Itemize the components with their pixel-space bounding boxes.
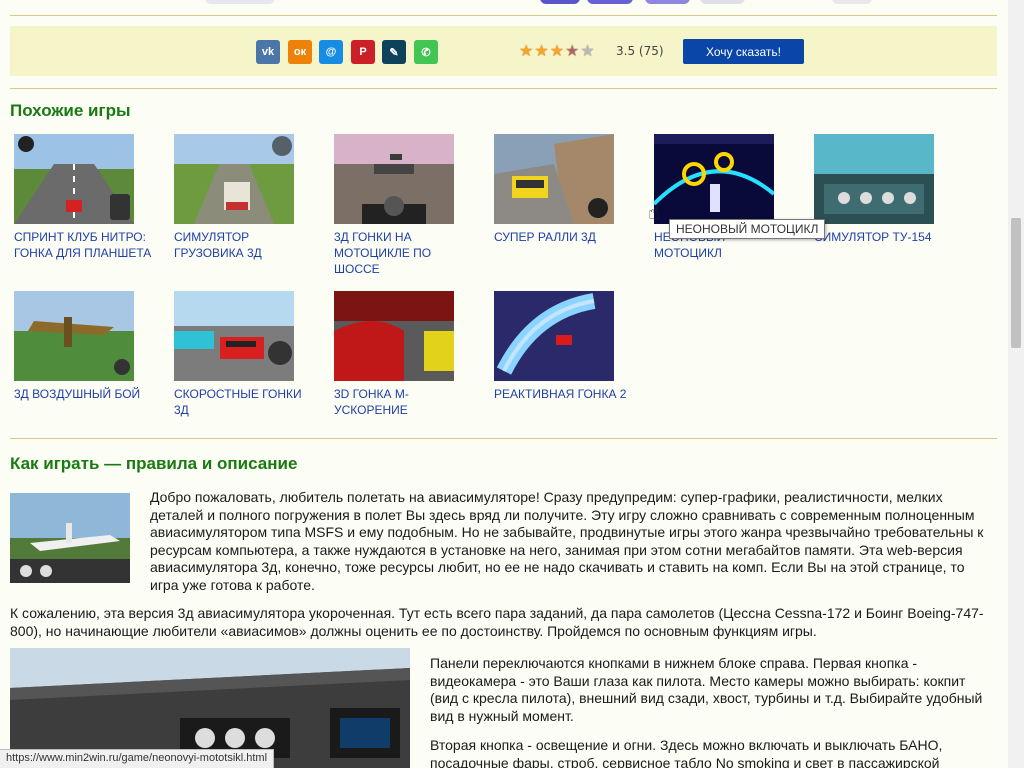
star-icon[interactable]: ★ [550, 42, 564, 60]
game-title-link[interactable]: Симулятор ТУ-154 [814, 229, 954, 245]
game-card[interactable]: 3D гонка М-ускорение [334, 291, 484, 418]
share-bar: vk ок @ P ✎ ✆ ★ ★ ★ ★ ★ 3.5 (75) Хочу ск… [10, 26, 997, 76]
rating-value: 3.5 (75) [616, 44, 664, 58]
game-thumbnail[interactable] [814, 134, 934, 224]
similar-games-heading: Похожие игры [10, 101, 131, 120]
game-thumbnail[interactable] [334, 134, 454, 224]
top-image-remnants [0, 0, 1008, 14]
star-empty-icon[interactable]: ★ [580, 42, 594, 60]
game-card[interactable]: Спринт клуб нитро: гонка для планшета [14, 134, 164, 261]
livejournal-share-icon[interactable]: ✎ [382, 40, 406, 64]
browser-status-bar: https://www.min2win.ru/game/neonovyi-mot… [0, 749, 275, 768]
divider [10, 15, 997, 16]
game-title-link[interactable]: Симулятор грузовика 3д [174, 229, 314, 261]
flight-sim-thumbnail [10, 493, 130, 583]
hover-tooltip: НЕОНОВЫЙ МОТОЦИКЛ [669, 219, 826, 239]
divider [10, 438, 997, 439]
page-scrollbar[interactable] [1008, 0, 1024, 768]
say-button[interactable]: Хочу сказать! [683, 39, 804, 64]
odnoklassniki-share-icon[interactable]: ок [288, 40, 312, 64]
hand-cursor-icon: ☝ [648, 200, 661, 224]
game-title-link[interactable]: 3д гонки на мотоцикле по шоссе [334, 229, 474, 277]
howto-paragraph-4: Вторая кнопка - освещение и огни. Здесь … [430, 737, 943, 768]
howto-heading: Как играть — правила и описание [10, 454, 298, 473]
game-title-link[interactable]: Спринт клуб нитро: гонка для планшета [14, 229, 154, 261]
game-card[interactable]: Симулятор грузовика 3д [174, 134, 324, 261]
game-title-link[interactable]: 3д воздушный бой [14, 386, 154, 402]
star-half-icon[interactable]: ★ [565, 42, 579, 60]
divider [10, 88, 997, 89]
game-card[interactable]: Супер ралли 3д [494, 134, 644, 245]
rating-stars[interactable]: ★ ★ ★ ★ ★ [519, 42, 595, 60]
game-card[interactable]: Неоновый мотоцикл [654, 134, 804, 261]
star-icon[interactable]: ★ [519, 42, 533, 60]
game-thumbnail[interactable] [334, 291, 454, 381]
howto-paragraph-3: Панели переключаются кнопками в нижнем б… [430, 655, 983, 724]
game-card[interactable]: Реактивная гонка 2 [494, 291, 644, 402]
whatsapp-share-icon[interactable]: ✆ [414, 40, 438, 64]
game-thumbnail[interactable] [174, 291, 294, 381]
scrollbar-thumb[interactable] [1011, 218, 1021, 348]
game-thumbnail[interactable] [494, 291, 614, 381]
star-icon[interactable]: ★ [534, 42, 548, 60]
game-title-link[interactable]: 3D гонка М-ускорение [334, 386, 474, 418]
game-title-link[interactable]: Супер ралли 3д [494, 229, 634, 245]
game-thumbnail[interactable] [14, 134, 134, 224]
howto-paragraph-1: Добро пожаловать, любитель полетать на а… [150, 489, 984, 593]
moimir-share-icon[interactable]: @ [319, 40, 343, 64]
game-thumbnail[interactable] [14, 291, 134, 381]
vk-share-icon[interactable]: vk [256, 40, 280, 64]
game-thumbnail[interactable] [494, 134, 614, 224]
game-thumbnail[interactable] [174, 134, 294, 224]
pinterest-share-icon[interactable]: P [351, 40, 375, 64]
game-thumbnail[interactable] [654, 134, 774, 224]
game-card[interactable]: Симулятор ТУ-154 [814, 134, 964, 245]
game-card[interactable]: Скоростные гонки 3д [174, 291, 324, 418]
game-title-link[interactable]: Реактивная гонка 2 [494, 386, 634, 402]
game-title-link[interactable]: Скоростные гонки 3д [174, 386, 314, 418]
howto-paragraph-2: К сожалению, эта версия 3д авиасимулятор… [10, 605, 984, 639]
game-card[interactable]: 3д гонки на мотоцикле по шоссе [334, 134, 484, 277]
game-card[interactable]: 3д воздушный бой [14, 291, 164, 402]
